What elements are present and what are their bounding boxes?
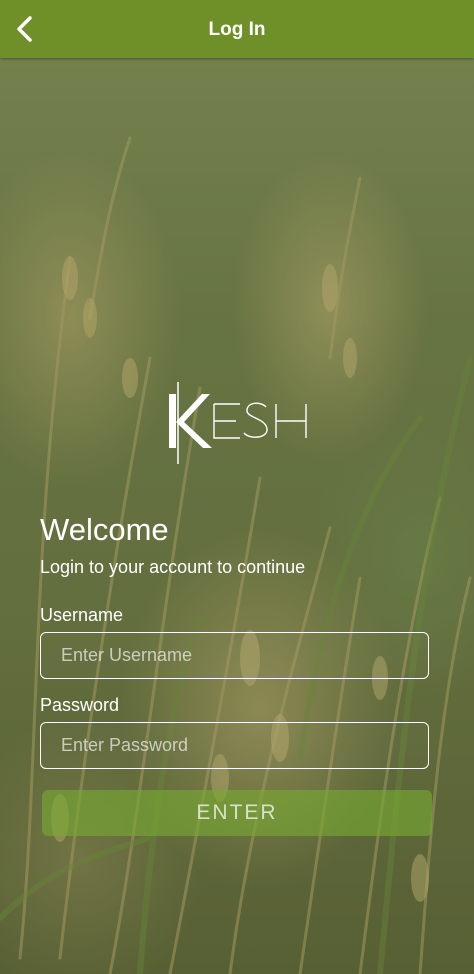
kesh-logo-mark	[169, 382, 307, 464]
username-label: Username	[40, 605, 124, 625]
welcome-heading: Welcome	[40, 512, 169, 547]
password-label: Password	[40, 695, 120, 715]
page-title: Log In	[208, 19, 266, 40]
app-header: Log In	[0, 0, 474, 58]
kesh-logo	[164, 380, 314, 466]
login-subtitle: Login to your account to continue	[40, 557, 306, 577]
username-input[interactable]	[40, 632, 429, 679]
enter-button[interactable]: ENTER	[42, 790, 432, 836]
password-input[interactable]	[40, 722, 429, 769]
